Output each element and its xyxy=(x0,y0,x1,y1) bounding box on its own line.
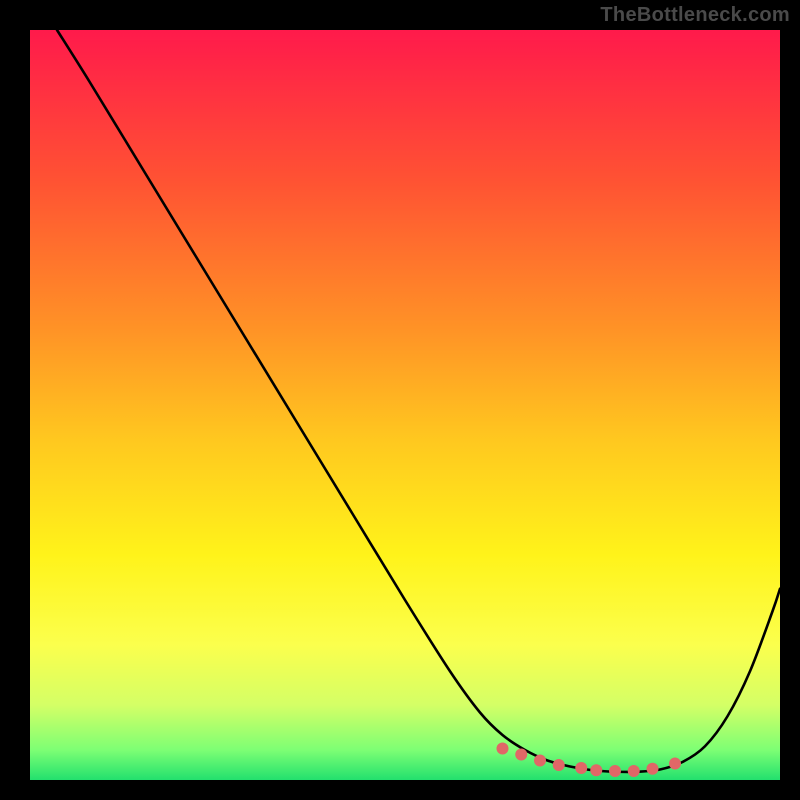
curve-marker xyxy=(575,762,587,774)
curve-marker xyxy=(590,764,602,776)
watermark: TheBottleneck.com xyxy=(600,4,790,27)
curve-marker xyxy=(534,755,546,767)
curve-marker xyxy=(609,765,621,777)
chart-svg xyxy=(0,0,800,800)
curve-marker xyxy=(628,765,640,777)
plot-background xyxy=(30,30,780,780)
curve-marker xyxy=(515,749,527,761)
curve-marker xyxy=(669,758,681,770)
curve-marker xyxy=(553,759,565,771)
curve-marker xyxy=(647,763,659,775)
chart-container: TheBottleneck.com xyxy=(0,0,800,800)
curve-marker xyxy=(497,743,509,755)
